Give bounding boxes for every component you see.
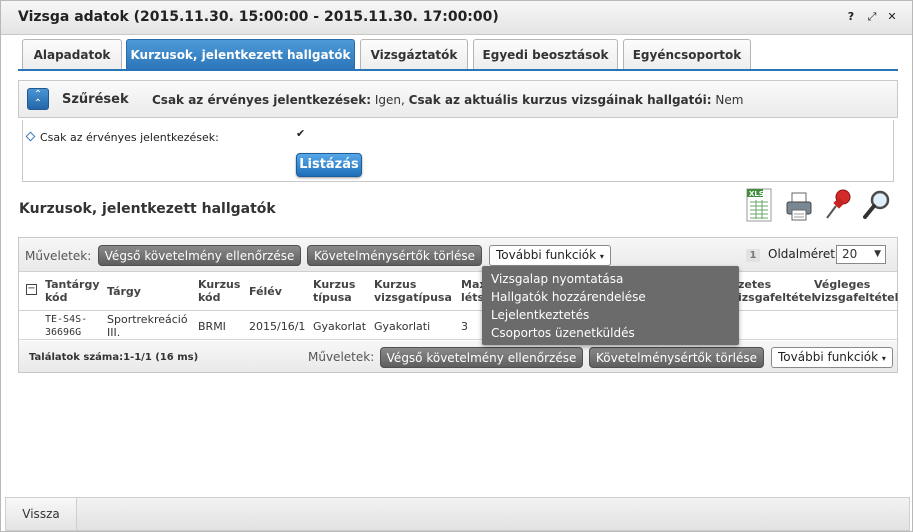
column-header-course-type[interactable]: Kurzus típusa (313, 278, 355, 304)
valid-registrations-label-text: Csak az érvényes jelentkezések: (40, 131, 219, 144)
menu-item-assign-students[interactable]: Hallgatók hozzárendelése (482, 288, 739, 306)
tab-underline (18, 69, 898, 71)
chevron-down-icon: ▼ (874, 249, 881, 259)
cell-max: 3 (461, 320, 468, 333)
operations-label-footer: Műveletek: (308, 350, 375, 364)
filter-header: ⌃ ⌃ Szűrések Csak az érvényes jelentkezés… (18, 80, 898, 118)
cell-subject: Sportrekreáció III. (107, 313, 188, 339)
table-row[interactable]: TE-S4S- 36696G Sportrekreáció III. BRMI 20… (19, 312, 897, 340)
chevron-down-icon: ▾ (881, 354, 886, 363)
grid-footer-bar: Találatok száma:1-1/1 (16 ms) Műveletek:… (19, 341, 897, 372)
valid-registrations-label: Csak az érvényes jelentkezések: (25, 131, 219, 144)
menu-item-group-message[interactable]: Csoportos üzenetküldés (482, 324, 739, 342)
table-header: − Tantárgy kód Tárgy Kurzus kód Félév Kurz… (19, 273, 898, 311)
collapse-filter-button[interactable]: ⌃ ⌃ (27, 88, 49, 110)
more-functions-menu: Vizsgalap nyomtatása Hallgatók hozzárend… (482, 266, 739, 345)
operations-label: Műveletek: (25, 249, 92, 263)
cell-exam-type: Gyakorlati (374, 320, 431, 333)
more-functions-button[interactable]: További funkciók ▾ (489, 245, 611, 266)
cell-course-code: BRMI (198, 320, 226, 333)
dialog-footer: Vissza (5, 497, 910, 531)
tab-examiners[interactable]: Vizsgáztatók (360, 39, 468, 70)
column-header-course-code[interactable]: Kurzus kód (198, 278, 240, 304)
tab-courses-students[interactable]: Kurzusok, jelentkezett hallgatók (126, 39, 355, 70)
section-title: Kurzusok, jelentkezett hallgatók (19, 201, 276, 217)
dialog-title: Vizsga adatok (2015.11.30. 15:00:00 - 20… (18, 9, 499, 25)
filter-summary-value-2: Nem (711, 93, 744, 107)
result-count: Találatok száma:1-1/1 (16 ms) (29, 352, 199, 363)
filter-summary: Csak az érvényes jelentkezések: Igen, Cs… (152, 93, 743, 107)
help-icon[interactable]: ? (844, 10, 858, 23)
tab-individual-assignments[interactable]: Egyedi beosztások (473, 39, 618, 70)
menu-item-print-exam-sheet[interactable]: Vizsgalap nyomtatása (482, 270, 739, 288)
pin-icon[interactable] (823, 187, 853, 223)
cell-subject-code: TE-S4S- 36696G (45, 314, 88, 338)
column-header-exam-type[interactable]: Kurzus vizsgatípusa (374, 278, 452, 304)
svg-text:XLS: XLS (749, 190, 764, 198)
page-size-select[interactable]: 20 ▼ (836, 245, 886, 264)
exam-data-dialog: Vizsga adatok (2015.11.30. 15:00:00 - 20… (0, 0, 913, 532)
column-header-preliminary-condition[interactable]: zetes izsgafeltétel (738, 278, 815, 304)
more-functions-label-footer: További funkciók (778, 350, 879, 364)
close-icon[interactable]: ✕ (885, 10, 899, 23)
valid-registrations-checkbox[interactable]: ✔ (296, 128, 307, 139)
courses-grid: Műveletek: Végső követelmény ellenőrzése… (18, 237, 898, 373)
filter-summary-label-1: Csak az érvényes jelentkezések: (152, 93, 372, 107)
popout-icon[interactable]: ⤢ (865, 10, 879, 24)
search-icon[interactable] (862, 187, 892, 223)
filter-panel: Csak az érvényes jelentkezések: ✔ Listáz… (22, 120, 894, 182)
column-header-semester[interactable]: Félév (249, 285, 282, 298)
delete-violators-button-footer[interactable]: Követelménysértők törlése (589, 347, 764, 368)
dialog-titlebar: Vizsga adatok (2015.11.30. 15:00:00 - 20… (1, 1, 912, 35)
cell-semester: 2015/16/1 (249, 320, 306, 333)
diamond-icon (25, 131, 36, 142)
column-header-subject-code[interactable]: Tantárgy kód (45, 278, 100, 304)
column-header-subject[interactable]: Tárgy (107, 285, 141, 298)
filter-title: Szűrések (62, 92, 129, 107)
list-button[interactable]: Listázás (296, 153, 362, 177)
print-icon[interactable] (784, 187, 814, 223)
tab-basic-data[interactable]: Alapadatok (22, 39, 122, 70)
column-header-final-condition[interactable]: Végleges vizsgafeltétel (814, 278, 898, 304)
page-size-value: 20 (842, 247, 858, 261)
cell-course-type: Gyakorlat (313, 320, 367, 333)
final-requirement-check-button[interactable]: Végső követelmény ellenőrzése (98, 245, 301, 266)
more-functions-label: További funkciók (496, 248, 597, 262)
grid-operations-bar: Műveletek: Végső követelmény ellenőrzése… (19, 238, 897, 272)
chevron-down-icon: ▾ (599, 252, 604, 261)
back-button[interactable]: Vissza (6, 498, 77, 530)
filter-summary-value-1: Igen, (371, 93, 409, 107)
filter-summary-label-2: Csak az aktuális kurzus vizsgáinak hallg… (408, 93, 712, 107)
page-number[interactable]: 1 (746, 249, 760, 262)
more-functions-button-footer[interactable]: További funkciók ▾ (771, 347, 893, 368)
collapse-all-icon[interactable]: − (26, 284, 37, 295)
tab-individual-groups[interactable]: Egyéncsoportok (623, 39, 751, 70)
excel-export-icon[interactable]: XLS (745, 187, 775, 223)
final-requirement-check-button-footer[interactable]: Végső követelmény ellenőrzése (380, 347, 583, 368)
menu-item-unregister[interactable]: Lejelentkeztetés (482, 306, 739, 324)
page-size-label: Oldalméret (768, 247, 835, 261)
delete-violators-button[interactable]: Követelménysértők törlése (307, 245, 482, 266)
